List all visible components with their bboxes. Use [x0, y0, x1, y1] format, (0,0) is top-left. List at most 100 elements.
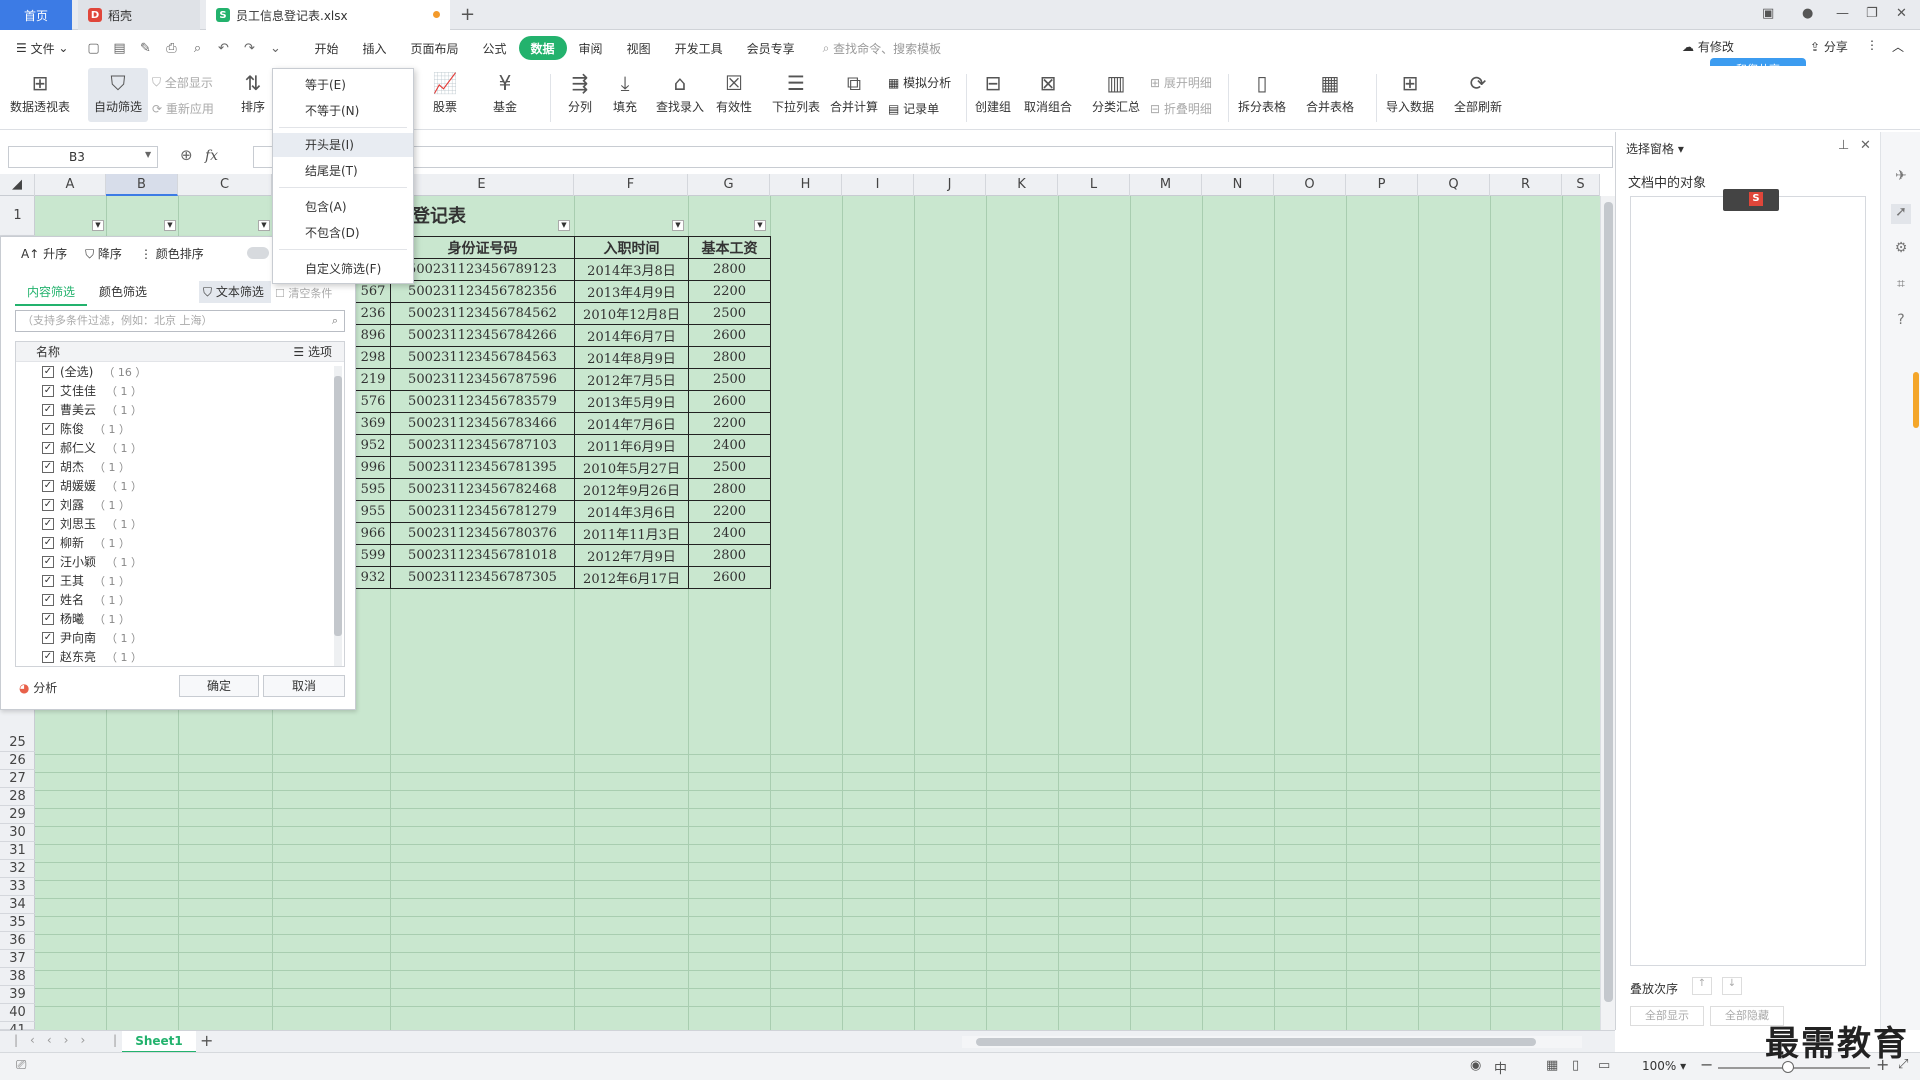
- table-header-cell[interactable]: 入职时间: [574, 236, 689, 259]
- crop-icon[interactable]: ⌗: [1891, 276, 1911, 296]
- print-preview-icon[interactable]: ⌕: [184, 36, 210, 60]
- table-cell[interactable]: 500231123456780376: [390, 522, 575, 545]
- row-header[interactable]: 41: [0, 1022, 35, 1030]
- checkbox-checked-icon[interactable]: ✓: [42, 574, 54, 587]
- checkbox-checked-icon[interactable]: ✓: [42, 536, 54, 549]
- checkbox-checked-icon[interactable]: ✓: [42, 422, 54, 435]
- col-header-b[interactable]: B: [106, 174, 178, 196]
- color-sort-button[interactable]: ⋮ 颜色排序: [140, 245, 204, 262]
- menu-item-not-contains[interactable]: 不包含(D): [273, 221, 413, 245]
- checkbox-checked-icon[interactable]: ✓: [42, 517, 54, 530]
- filter-dropdown-icon[interactable]: ▼: [558, 220, 570, 231]
- row-header[interactable]: 35: [0, 914, 35, 932]
- sheet-nav-arrows[interactable]: |‹‹›› |: [14, 1033, 129, 1047]
- redo-icon[interactable]: ↷: [236, 36, 262, 60]
- table-header-cell[interactable]: 基本工资: [688, 236, 771, 259]
- row-header[interactable]: 26: [0, 752, 35, 770]
- expand-detail-button[interactable]: ⊞ 展开明细: [1150, 74, 1212, 91]
- col-header-k[interactable]: K: [986, 174, 1058, 196]
- select-pointer-icon[interactable]: ➚: [1891, 204, 1911, 224]
- table-cell[interactable]: 896: [355, 324, 391, 347]
- menu-item-equals[interactable]: 等于(E): [273, 73, 413, 97]
- table-cell[interactable]: 2014年3月8日: [574, 258, 689, 281]
- command-search[interactable]: ⌕ 查找命令、搜索模板: [823, 40, 942, 57]
- row-header[interactable]: 28: [0, 788, 35, 806]
- list-item[interactable]: ✓ 柳新 （ 1 ）: [16, 533, 344, 552]
- checkbox-checked-icon[interactable]: ✓: [42, 612, 54, 625]
- table-cell[interactable]: 500231123456781279: [390, 500, 575, 523]
- list-item[interactable]: ✓ (全选) （ 16 ）: [16, 362, 344, 381]
- name-box[interactable]: B3: [8, 146, 158, 168]
- menu-page-layout[interactable]: 页面布局: [399, 36, 471, 60]
- share-button[interactable]: ⇪ 分享: [1810, 38, 1848, 55]
- list-item[interactable]: ✓ 刘露 （ 1 ）: [16, 495, 344, 514]
- menu-start[interactable]: 开始: [302, 36, 350, 60]
- table-cell[interactable]: 2800: [688, 478, 771, 501]
- unsaved-status[interactable]: ☁ 有修改: [1682, 38, 1734, 55]
- menu-item-begins-with[interactable]: 开头是(I): [273, 133, 413, 157]
- col-header-i[interactable]: I: [842, 174, 914, 196]
- table-cell[interactable]: 500231123456787103: [390, 434, 575, 457]
- analyze-button[interactable]: ◕ 分析: [19, 679, 57, 696]
- menu-insert[interactable]: 插入: [350, 36, 398, 60]
- undo-icon[interactable]: ↶: [210, 36, 236, 60]
- avatar[interactable]: ●: [1802, 6, 1813, 21]
- sheet-tab-sheet1[interactable]: Sheet1: [122, 1031, 196, 1053]
- list-item[interactable]: ✓ 陈俊 （ 1 ）: [16, 419, 344, 438]
- filter-dropdown-icon[interactable]: ▼: [92, 220, 104, 231]
- checkbox-checked-icon[interactable]: ✓: [42, 384, 54, 397]
- menu-member[interactable]: 会员专享: [735, 36, 807, 60]
- file-menu[interactable]: ☰ 文件 ⌄: [0, 36, 80, 60]
- checkbox-checked-icon[interactable]: ✓: [42, 650, 54, 663]
- page-break-view-icon[interactable]: ▭: [1598, 1058, 1610, 1073]
- show-all-objects-button[interactable]: 全部显示: [1630, 1006, 1704, 1026]
- filter-list-scrollbar[interactable]: [334, 366, 342, 666]
- menu-item-ends-with[interactable]: 结尾是(T): [273, 159, 413, 183]
- col-header-r[interactable]: R: [1490, 174, 1562, 196]
- table-cell[interactable]: 576: [355, 390, 391, 413]
- table-cell[interactable]: 500231123456783466: [390, 412, 575, 435]
- zoom-out-icon[interactable]: −: [1700, 1055, 1713, 1074]
- table-cell[interactable]: 2010年5月27日: [574, 456, 689, 479]
- subtotal-button[interactable]: ▥ 分类汇总: [1092, 68, 1140, 115]
- table-cell[interactable]: 2600: [688, 566, 771, 589]
- help-icon[interactable]: ?: [1891, 312, 1911, 332]
- col-header-p[interactable]: P: [1346, 174, 1418, 196]
- autofilter-button[interactable]: ⛉ 自动筛选: [88, 68, 148, 122]
- table-cell[interactable]: 2800: [688, 346, 771, 369]
- table-cell[interactable]: 2800: [688, 258, 771, 281]
- table-header-cell[interactable]: 身份证号码: [390, 236, 575, 259]
- menu-review[interactable]: 审阅: [567, 36, 615, 60]
- minimize-icon[interactable]: —: [1836, 6, 1849, 21]
- table-cell[interactable]: 500231123456781395: [390, 456, 575, 479]
- list-item[interactable]: ✓ 郝仁义 （ 1 ）: [16, 438, 344, 457]
- table-cell[interactable]: 2013年4月9日: [574, 280, 689, 303]
- table-cell[interactable]: 2400: [688, 434, 771, 457]
- table-cell[interactable]: 500231123456787305: [390, 566, 575, 589]
- list-item[interactable]: ✓ 姓名 （ 1 ）: [16, 590, 344, 609]
- collapse-detail-button[interactable]: ⊟ 折叠明细: [1150, 100, 1212, 117]
- row-header[interactable]: 32: [0, 860, 35, 878]
- sort-button[interactable]: ⇅ 排序: [238, 68, 268, 115]
- clear-conditions-button[interactable]: ☐ 清空条件: [275, 285, 332, 301]
- checkbox-checked-icon[interactable]: ✓: [42, 441, 54, 454]
- filter-dropdown-icon[interactable]: ▼: [672, 220, 684, 231]
- pivot-button[interactable]: ⊞ 数据透视表: [10, 68, 70, 115]
- checkbox-checked-icon[interactable]: ✓: [42, 498, 54, 511]
- row-header[interactable]: 38: [0, 968, 35, 986]
- zoom-level[interactable]: 100% ▾: [1642, 1059, 1686, 1073]
- table-cell[interactable]: 236: [355, 302, 391, 325]
- menu-item-custom-filter[interactable]: 自定义筛选(F): [273, 257, 413, 281]
- table-cell[interactable]: 500231123456784563: [390, 346, 575, 369]
- menu-data[interactable]: 数据: [518, 36, 567, 60]
- sort-toggle[interactable]: [247, 247, 269, 259]
- table-cell[interactable]: 2013年5月9日: [574, 390, 689, 413]
- checkbox-checked-icon[interactable]: ✓: [42, 479, 54, 492]
- table-cell[interactable]: 2014年8月9日: [574, 346, 689, 369]
- row-header[interactable]: 25: [0, 734, 35, 752]
- input-method-status-icon[interactable]: 中: [1494, 1058, 1507, 1077]
- layout-icon[interactable]: ▣: [1762, 6, 1774, 21]
- dropdown-list-button[interactable]: ☰ 下拉列表: [772, 68, 820, 115]
- fill-button[interactable]: ⤓ 填充: [610, 68, 640, 115]
- close-icon[interactable]: ✕: [1896, 6, 1907, 21]
